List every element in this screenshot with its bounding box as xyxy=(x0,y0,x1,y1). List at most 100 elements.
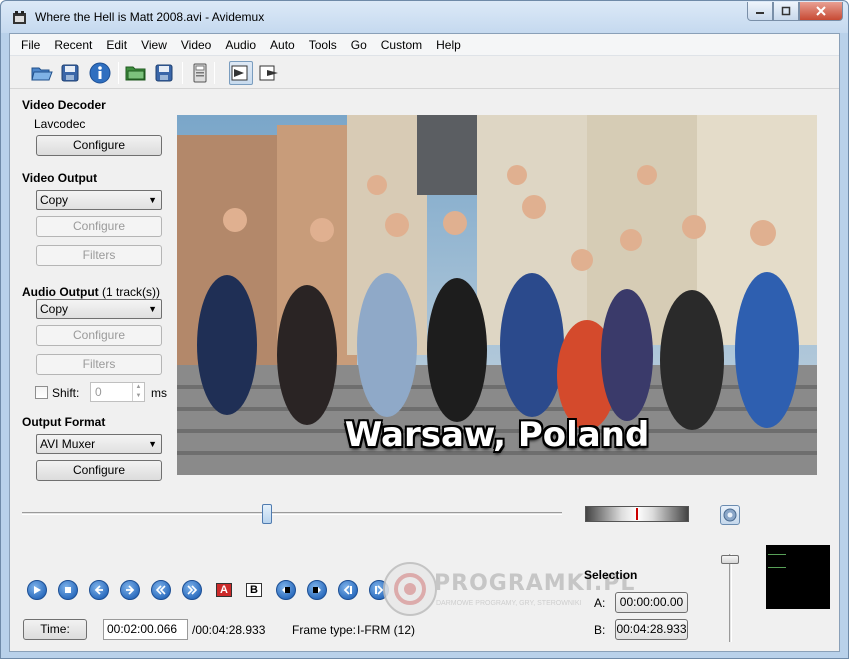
open-button[interactable] xyxy=(30,61,54,85)
output-format-title: Output Format xyxy=(22,415,106,429)
chevron-up-icon[interactable]: ▲ xyxy=(132,383,144,392)
menu-tools[interactable]: Tools xyxy=(302,35,344,55)
chevron-down-icon[interactable]: ▼ xyxy=(132,392,144,401)
shift-unit: ms xyxy=(151,386,167,400)
avidemux-icon xyxy=(13,11,26,24)
menu-go[interactable]: Go xyxy=(344,35,374,55)
toolbar-separator xyxy=(214,62,215,84)
title-bar[interactable]: Where the Hell is Matt 2008.avi - Avidem… xyxy=(1,1,848,33)
menu-auto[interactable]: Auto xyxy=(263,35,302,55)
output-mode-icon xyxy=(259,65,278,81)
next-black-frame-icon xyxy=(307,580,327,600)
frame-type-label: Frame type: xyxy=(292,623,357,637)
volume-slider-track[interactable] xyxy=(729,554,732,642)
goto-marker-a-icon xyxy=(338,580,358,600)
jog-marker xyxy=(636,508,638,520)
video-output-select[interactable]: Copy ▼ xyxy=(36,190,162,210)
left-panel: Video Decoder Lavcodec Configure Video O… xyxy=(10,90,175,510)
video-decoder-configure-button[interactable]: Configure xyxy=(36,135,162,156)
next-keyframe-icon xyxy=(182,580,202,600)
set-marker-a-icon: A xyxy=(216,583,232,597)
next-black-frame-button[interactable] xyxy=(306,579,328,601)
output-mode-button[interactable] xyxy=(258,61,282,85)
programki-logo-icon xyxy=(383,562,437,616)
selection-title: Selection xyxy=(584,568,638,582)
previous-frame-icon xyxy=(89,580,109,600)
video-decoder-title: Video Decoder xyxy=(22,98,106,112)
info-button[interactable] xyxy=(88,61,112,85)
application-window: Where the Hell is Matt 2008.avi - Avidem… xyxy=(0,0,849,659)
previous-frame-button[interactable] xyxy=(88,579,110,601)
shift-checkbox[interactable] xyxy=(35,386,48,399)
menu-bar: File Recent Edit View Video Audio Auto T… xyxy=(10,34,839,56)
toolbar-separator xyxy=(118,62,119,84)
menu-audio[interactable]: Audio xyxy=(218,35,263,55)
menu-help[interactable]: Help xyxy=(429,35,468,55)
previous-keyframe-button[interactable] xyxy=(150,579,172,601)
chevron-down-icon: ▼ xyxy=(148,304,157,314)
stop-button[interactable] xyxy=(57,579,79,601)
audio-output-configure-button[interactable]: Configure xyxy=(36,325,162,346)
previous-keyframe-icon xyxy=(151,580,171,600)
menu-custom[interactable]: Custom xyxy=(374,35,429,55)
save-icon xyxy=(61,64,79,82)
next-frame-button[interactable] xyxy=(119,579,141,601)
chevron-down-icon: ▼ xyxy=(148,439,157,449)
audio-output-select[interactable]: Copy ▼ xyxy=(36,299,162,319)
selection-a-value[interactable]: 00:00:00.00 xyxy=(615,592,688,613)
output-format-select[interactable]: AVI Muxer ▼ xyxy=(36,434,162,454)
video-subtitle: Warsaw, Poland xyxy=(344,415,650,455)
set-marker-a-button[interactable]: A xyxy=(213,581,235,599)
save-button[interactable] xyxy=(58,61,82,85)
window-title: Where the Hell is Matt 2008.avi - Avidem… xyxy=(35,10,265,24)
close-icon xyxy=(816,6,826,16)
play-button[interactable] xyxy=(26,579,48,601)
shift-spinbox[interactable]: 0 ▲ ▼ xyxy=(90,382,145,402)
jog-shuttle[interactable] xyxy=(585,506,689,522)
audio-filters-button[interactable]: Filters xyxy=(36,354,162,375)
next-frame-icon xyxy=(120,580,140,600)
video-output-configure-button[interactable]: Configure xyxy=(36,216,162,237)
video-filters-button[interactable]: Filters xyxy=(36,245,162,266)
volume-slider-thumb[interactable] xyxy=(721,555,739,564)
window-controls xyxy=(747,2,843,22)
audio-meter-button[interactable] xyxy=(720,505,740,525)
timeline-slider-track[interactable] xyxy=(22,512,562,515)
selection-a-label: A: xyxy=(594,596,606,610)
timeline-slider-thumb[interactable] xyxy=(261,504,272,524)
goto-marker-a-button[interactable] xyxy=(337,579,359,601)
video-output-title: Video Output xyxy=(22,171,98,185)
speaker-icon xyxy=(723,508,737,522)
audio-output-title-text: Audio Output xyxy=(22,285,99,299)
calculator-button[interactable] xyxy=(188,61,212,85)
set-marker-b-button[interactable]: B xyxy=(243,581,265,599)
previous-black-frame-icon xyxy=(276,580,296,600)
set-marker-b-icon: B xyxy=(246,583,262,597)
time-button[interactable]: Time: xyxy=(23,619,87,640)
output-format-configure-button[interactable]: Configure xyxy=(36,460,162,481)
menu-edit[interactable]: Edit xyxy=(99,35,134,55)
selection-b-value[interactable]: 00:04:28.933 xyxy=(615,619,688,640)
next-keyframe-button[interactable] xyxy=(181,579,203,601)
save-as-icon xyxy=(155,64,173,82)
watermark-tagline: DARMOWE PROGRAMY, GRY, STEROWNIKI xyxy=(436,600,582,607)
chevron-down-icon: ▼ xyxy=(148,195,157,205)
info-icon xyxy=(89,62,111,84)
open-video-button[interactable] xyxy=(124,61,148,85)
input-mode-button[interactable] xyxy=(229,61,253,85)
total-time: /00:04:28.933 xyxy=(192,623,266,637)
selection-b-label: B: xyxy=(594,623,606,637)
maximize-button[interactable] xyxy=(773,2,799,21)
current-time-input[interactable]: 00:02:00.066 xyxy=(103,619,188,640)
video-decoder-codec: Lavcodec xyxy=(34,117,86,131)
menu-recent[interactable]: Recent xyxy=(47,35,99,55)
menu-view[interactable]: View xyxy=(134,35,174,55)
save-as-button[interactable] xyxy=(152,61,176,85)
input-mode-icon xyxy=(231,65,248,81)
menu-video[interactable]: Video xyxy=(174,35,218,55)
minimize-button[interactable] xyxy=(747,2,773,21)
previous-black-frame-button[interactable] xyxy=(275,579,297,601)
minimize-icon xyxy=(756,12,764,14)
menu-file[interactable]: File xyxy=(14,35,47,55)
close-button[interactable] xyxy=(799,2,843,21)
